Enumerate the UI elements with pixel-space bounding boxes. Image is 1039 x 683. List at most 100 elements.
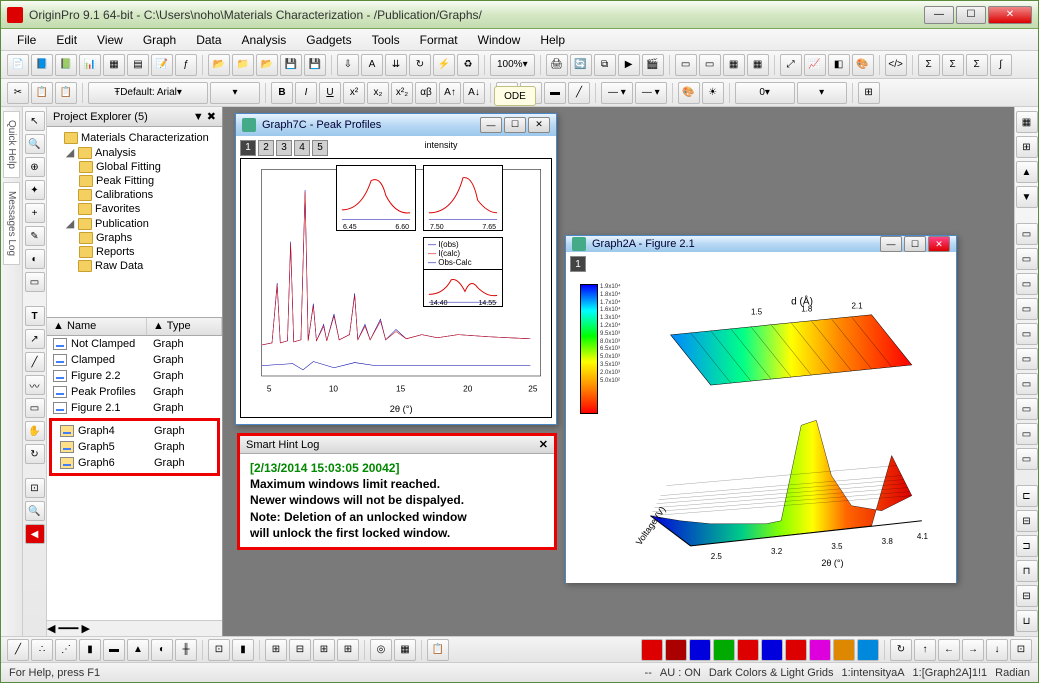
fill-color-button[interactable]: ▬ [544, 82, 566, 104]
palette-button[interactable]: 🎨 [678, 82, 700, 104]
new-layout-button[interactable]: ▤ [127, 54, 149, 76]
supsub-button[interactable]: x²₂ [391, 82, 413, 104]
underline-button[interactable]: U [319, 82, 341, 104]
fit-button[interactable]: ∫ [990, 54, 1012, 76]
align-bot-button[interactable]: ⊔ [1016, 610, 1038, 632]
layout3-button[interactable]: ▭ [1016, 273, 1038, 295]
tab-1[interactable]: 1 [570, 256, 586, 272]
paste-button[interactable]: 📋 [55, 82, 77, 104]
image-plot-button[interactable]: ▦ [394, 639, 416, 661]
gadget-button[interactable]: ◧ [828, 54, 850, 76]
pie-plot-button[interactable]: ◐ [151, 639, 173, 661]
open-template-button[interactable]: 📁 [232, 54, 254, 76]
pin-icon[interactable]: ▼ ✖ [193, 111, 216, 123]
menu-format[interactable]: Format [412, 31, 466, 49]
menu-file[interactable]: File [9, 31, 44, 49]
slide-button[interactable]: ▶ [618, 54, 640, 76]
max-button[interactable]: ☐ [904, 236, 926, 252]
tab-3[interactable]: 3 [276, 140, 292, 156]
cut-button[interactable]: ✂ [7, 82, 29, 104]
data-selector-tool[interactable]: ✦ [25, 180, 45, 200]
rescale-button[interactable]: ⤢ [780, 54, 802, 76]
layer-button[interactable]: ▭ [675, 54, 697, 76]
3d-btn7[interactable] [785, 639, 807, 661]
panel3-button[interactable]: ⊞ [313, 639, 335, 661]
dash-select[interactable]: — ▾ [635, 82, 667, 104]
tab-1[interactable]: 1 [240, 140, 256, 156]
front-button[interactable]: ▲ [1016, 161, 1038, 183]
align-mid-button[interactable]: ⊟ [1016, 585, 1038, 607]
menu-gadgets[interactable]: Gadgets [298, 31, 359, 49]
text-tool[interactable]: T [25, 306, 45, 326]
tab-4[interactable]: 4 [294, 140, 310, 156]
region-tool[interactable]: ▭ [25, 272, 45, 292]
rotate-tool[interactable]: ↻ [25, 444, 45, 464]
graph7c-window[interactable]: Graph7C - Peak Profiles — ☐ ✕ 1 2 3 4 5 … [235, 113, 557, 425]
column-plot-button[interactable]: ▮ [79, 639, 101, 661]
layout8-button[interactable]: ▭ [1016, 398, 1038, 420]
zoom-in-button[interactable]: 🔍 [25, 501, 45, 521]
line-width-select[interactable]: — ▾ [601, 82, 633, 104]
rot-right-button[interactable]: → [962, 639, 984, 661]
graph7c-content[interactable]: 1 2 3 4 5 intensity [236, 136, 556, 424]
size-field[interactable]: 0 ▾ [735, 82, 795, 104]
symbol-select[interactable]: ▾ [797, 82, 847, 104]
smart-hint-close[interactable]: ✕ [539, 438, 548, 451]
new-notes-button[interactable]: 📝 [151, 54, 173, 76]
maximize-button[interactable]: ☐ [956, 6, 986, 24]
curve-tool[interactable]: 〰 [25, 375, 45, 395]
new-project-button[interactable]: 📄 [7, 54, 29, 76]
line-scatter-button[interactable]: ⋰ [55, 639, 77, 661]
menu-analysis[interactable]: Analysis [234, 31, 295, 49]
panel1-button[interactable]: ⊞ [265, 639, 287, 661]
menu-edit[interactable]: Edit [48, 31, 85, 49]
tab-2[interactable]: 2 [258, 140, 274, 156]
screen-reader-tool[interactable]: + [25, 203, 45, 223]
import-multi-button[interactable]: ⇊ [385, 54, 407, 76]
hist-plot-button[interactable]: ▮ [232, 639, 254, 661]
align-top-button[interactable]: ⊓ [1016, 560, 1038, 582]
tree-reports[interactable]: Reports [51, 245, 218, 259]
menu-window[interactable]: Window [470, 31, 529, 49]
min-button[interactable]: — [480, 117, 502, 133]
3d-btn5[interactable] [737, 639, 759, 661]
tree-favorites[interactable]: Favorites [51, 202, 218, 216]
tree-global-fitting[interactable]: Global Fitting [51, 160, 218, 174]
tree-calibrations[interactable]: Calibrations [51, 188, 218, 202]
extract-button[interactable]: ▦ [723, 54, 745, 76]
open-button[interactable]: 📂 [208, 54, 230, 76]
graph7c-titlebar[interactable]: Graph7C - Peak Profiles — ☐ ✕ [236, 114, 556, 136]
video-button[interactable]: 🎬 [642, 54, 664, 76]
template-button[interactable]: 📋 [427, 639, 449, 661]
close-button[interactable]: ✕ [988, 6, 1032, 24]
list-item[interactable]: Peak ProfilesGraph [47, 384, 222, 400]
layout7-button[interactable]: ▭ [1016, 373, 1038, 395]
recalc-button[interactable]: ♻ [457, 54, 479, 76]
menu-tools[interactable]: Tools [364, 31, 408, 49]
3d-btn4[interactable] [713, 639, 735, 661]
back-button[interactable]: ▼ [1016, 186, 1038, 208]
bar-plot-button[interactable]: ▬ [103, 639, 125, 661]
pan-tool[interactable]: ✋ [25, 421, 45, 441]
list-item[interactable]: Graph5Graph [54, 439, 215, 455]
rect-tool[interactable]: ▭ [25, 398, 45, 418]
tree-graphs[interactable]: Graphs [51, 231, 218, 245]
import-ascii-button[interactable]: A [361, 54, 383, 76]
line-tool[interactable]: ╱ [25, 352, 45, 372]
merge-button[interactable]: ▦ [747, 54, 769, 76]
minimize-button[interactable]: — [924, 6, 954, 24]
add-plot-button[interactable]: 📈 [804, 54, 826, 76]
explorer-tree[interactable]: Materials Characterization ◢Analysis Glo… [47, 127, 222, 317]
messages-log-tab[interactable]: Messages Log [3, 182, 20, 265]
3d-btn3[interactable] [689, 639, 711, 661]
save-button[interactable]: 💾 [280, 54, 302, 76]
align-center-button[interactable]: ⊟ [1016, 510, 1038, 532]
tree-publication[interactable]: ◢Publication [51, 216, 218, 231]
quick-help-tab[interactable]: Quick Help [3, 111, 20, 178]
3d-btn10[interactable] [857, 639, 879, 661]
open-excel-button[interactable]: 📂 [256, 54, 278, 76]
italic-button[interactable]: I [295, 82, 317, 104]
greek-button[interactable]: αβ [415, 82, 437, 104]
superscript-button[interactable]: x² [343, 82, 365, 104]
stats-button[interactable]: Σ [918, 54, 940, 76]
